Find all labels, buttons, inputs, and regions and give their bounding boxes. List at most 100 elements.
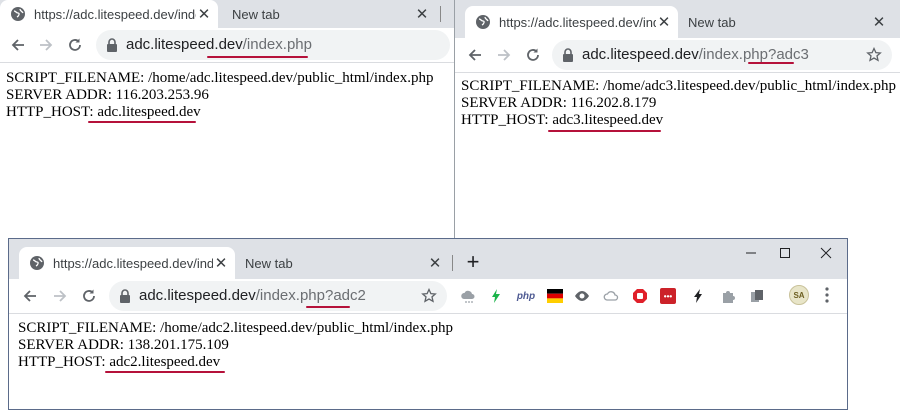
tab-title: New tab bbox=[232, 6, 280, 22]
tab-separator bbox=[440, 6, 441, 22]
reload-icon bbox=[69, 38, 81, 51]
browser-window-top-left: https://adc.litespeed.dev/inde ✕ New tab… bbox=[0, 0, 454, 240]
cloud-extension-icon[interactable] bbox=[460, 288, 476, 304]
menu-kebab-icon[interactable] bbox=[822, 286, 832, 304]
copy-extension-icon[interactable] bbox=[749, 288, 765, 304]
tab-active[interactable]: https://adc.litespeed.dev/inde ✕ bbox=[19, 247, 235, 279]
browser-window-bottom: https://adc.litespeed.dev/inde ✕ New tab… bbox=[8, 238, 848, 410]
lightning-extension-icon[interactable] bbox=[690, 288, 706, 304]
reload-button[interactable] bbox=[63, 33, 87, 57]
toolbar: adc.litespeed.dev/index.php?adc3 bbox=[455, 38, 900, 72]
new-tab-button[interactable]: + bbox=[461, 251, 485, 275]
http-host-label: HTTP_HOST: bbox=[18, 354, 110, 370]
script-filename-line: SCRIPT_FILENAME: /home/adc3.litespeed.de… bbox=[461, 78, 896, 94]
annotation-underline-host bbox=[88, 121, 196, 123]
back-arrow-icon bbox=[468, 49, 481, 61]
lock-icon bbox=[563, 48, 573, 62]
url-text[interactable]: adc.litespeed.dev/index.php?adc2 bbox=[139, 286, 366, 306]
url-host: adc.litespeed.dev bbox=[582, 46, 699, 63]
tab-title: New tab bbox=[688, 14, 736, 30]
bookmark-star-icon[interactable] bbox=[866, 47, 882, 63]
address-bar[interactable]: adc.litespeed.dev/index.php?adc2 bbox=[109, 281, 447, 311]
tab-strip: https://adc.litespeed.dev/inde ✕ New tab… bbox=[9, 239, 847, 279]
url-host: adc.litespeed.dev bbox=[126, 36, 243, 53]
http-host-line: HTTP_HOST: adc2.litespeed.dev bbox=[18, 354, 220, 371]
script-filename-line: SCRIPT_FILENAME: /home/adc.litespeed.dev… bbox=[6, 70, 434, 86]
http-host-line: HTTP_HOST: adc.litespeed.dev bbox=[6, 104, 201, 121]
url-path: /index.php?adc2 bbox=[255, 287, 366, 304]
cloud-sync-extension-icon[interactable] bbox=[603, 288, 619, 304]
back-arrow-icon bbox=[23, 290, 36, 302]
tab-title: New tab bbox=[245, 255, 293, 271]
tab-new-tab[interactable]: New tab ✕ bbox=[235, 247, 449, 279]
maximize-button[interactable] bbox=[765, 239, 805, 267]
php-extension-icon[interactable]: php bbox=[515, 288, 537, 304]
http-host-value: adc3.litespeed.dev bbox=[552, 112, 664, 128]
script-filename-line: SCRIPT_FILENAME: /home/adc2.litespeed.de… bbox=[18, 320, 453, 336]
german-flag-extension-icon[interactable] bbox=[547, 288, 563, 304]
back-button[interactable] bbox=[18, 284, 42, 308]
tab-active[interactable]: https://adc.litespeed.dev/inde ✕ bbox=[0, 0, 218, 28]
http-host-line: HTTP_HOST: adc3.litespeed.dev bbox=[461, 112, 663, 129]
forward-arrow-icon bbox=[498, 49, 511, 61]
annotation-underline-url bbox=[306, 306, 350, 308]
close-tab-icon[interactable]: ✕ bbox=[656, 14, 672, 31]
reload-button[interactable] bbox=[521, 43, 545, 67]
lastpass-extension-icon[interactable]: ••• bbox=[660, 288, 676, 304]
eye-extension-icon[interactable] bbox=[574, 288, 590, 304]
tab-new-tab[interactable]: New tab ✕ bbox=[678, 6, 893, 38]
globe-icon bbox=[476, 15, 490, 29]
server-addr-line: SERVER ADDR: 138.201.175.109 bbox=[18, 337, 229, 353]
tab-active[interactable]: https://adc.litespeed.dev/inde ✕ bbox=[465, 6, 678, 38]
close-window-button[interactable] bbox=[806, 239, 846, 267]
tab-title: https://adc.litespeed.dev/inde bbox=[499, 14, 656, 30]
forward-button[interactable] bbox=[48, 284, 72, 308]
close-tab-icon[interactable]: ✕ bbox=[414, 6, 430, 23]
globe-icon bbox=[11, 7, 25, 21]
globe-icon bbox=[30, 256, 44, 270]
back-button[interactable] bbox=[6, 33, 30, 57]
bookmark-star-icon[interactable] bbox=[421, 288, 437, 304]
url-path: /index.php?adc3 bbox=[698, 46, 809, 63]
maximize-icon bbox=[780, 248, 790, 258]
forward-arrow-icon bbox=[54, 290, 67, 302]
annotation-underline-url bbox=[207, 56, 308, 58]
back-button[interactable] bbox=[463, 43, 487, 67]
tab-strip: https://adc.litespeed.dev/inde ✕ New tab… bbox=[0, 0, 454, 28]
http-host-value: adc2.litespeed.dev bbox=[109, 354, 221, 370]
profile-avatar[interactable]: SA bbox=[789, 285, 809, 305]
page-content: SCRIPT_FILENAME: /home/adc3.litespeed.de… bbox=[455, 72, 900, 240]
browser-window-top-right: https://adc.litespeed.dev/inde ✕ New tab… bbox=[455, 0, 900, 240]
bolt-extension-icon[interactable] bbox=[488, 288, 504, 304]
forward-arrow-icon bbox=[40, 39, 53, 51]
close-tab-icon[interactable]: ✕ bbox=[427, 255, 443, 272]
close-window-icon bbox=[820, 247, 832, 259]
reload-button[interactable] bbox=[77, 284, 101, 308]
close-tab-icon[interactable]: ✕ bbox=[871, 14, 887, 31]
page-content: SCRIPT_FILENAME: /home/adc2.litespeed.de… bbox=[9, 313, 847, 409]
forward-button[interactable] bbox=[492, 43, 516, 67]
url-host: adc.litespeed.dev bbox=[139, 287, 256, 304]
tab-new-tab[interactable]: New tab ✕ bbox=[218, 0, 436, 28]
annotation-underline-host bbox=[548, 130, 661, 132]
back-arrow-icon bbox=[11, 39, 24, 51]
tab-separator bbox=[452, 255, 453, 271]
tab-strip: https://adc.litespeed.dev/inde ✕ New tab… bbox=[455, 0, 900, 38]
address-bar[interactable]: adc.litespeed.dev/index.php?adc3 bbox=[552, 40, 892, 70]
close-tab-icon[interactable]: ✕ bbox=[196, 6, 212, 23]
url-text[interactable]: adc.litespeed.dev/index.php bbox=[126, 35, 312, 55]
lock-icon bbox=[107, 38, 117, 52]
http-host-label: HTTP_HOST: bbox=[6, 104, 98, 120]
reload-icon bbox=[83, 289, 95, 302]
lock-icon bbox=[120, 289, 130, 303]
adblock-extension-icon[interactable] bbox=[632, 288, 648, 304]
close-tab-icon[interactable]: ✕ bbox=[213, 255, 229, 272]
reload-icon bbox=[527, 48, 539, 61]
annotation-underline-url bbox=[748, 62, 794, 64]
url-path: /index.php bbox=[242, 36, 312, 53]
page-content: SCRIPT_FILENAME: /home/adc.litespeed.dev… bbox=[0, 62, 454, 240]
tab-title: https://adc.litespeed.dev/inde bbox=[53, 255, 213, 271]
puzzle-extension-icon[interactable] bbox=[720, 288, 736, 304]
http-host-value: adc.litespeed.dev bbox=[97, 104, 201, 120]
forward-button[interactable] bbox=[34, 33, 58, 57]
